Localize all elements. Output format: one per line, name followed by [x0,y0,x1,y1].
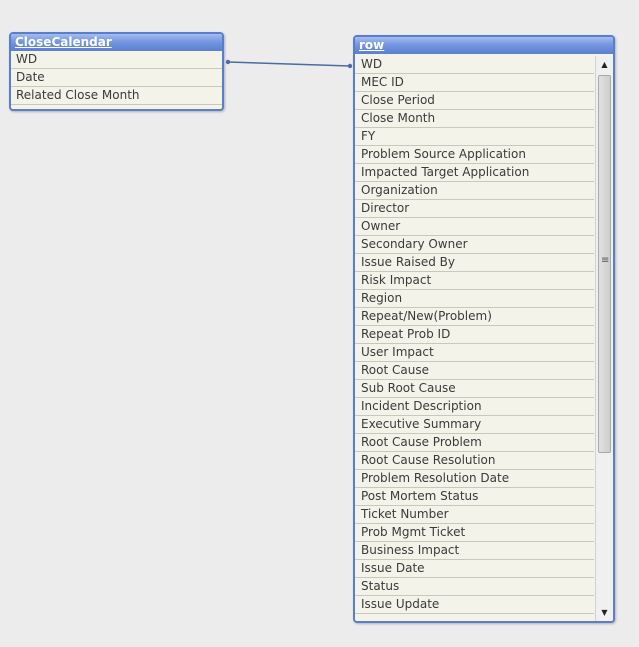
field-row[interactable]: Problem Source Application [355,146,594,164]
field-row[interactable]: Incident Description [355,398,594,416]
field-row[interactable]: Repeat Prob ID [355,326,594,344]
row-table-scrollbar[interactable]: ▲ ≡ ▼ [595,56,613,621]
field-row[interactable]: Status [355,578,594,596]
field-row[interactable]: WD [355,56,594,74]
field-row[interactable]: Director [355,200,594,218]
field-row[interactable]: Issue Date [355,560,594,578]
scroll-thumb-grip-icon: ≡ [601,255,610,266]
scroll-down-arrow-icon[interactable]: ▼ [596,605,613,620]
field-row[interactable]: Organization [355,182,594,200]
field-row[interactable]: Owner [355,218,594,236]
field-row[interactable]: Executive Summary [355,416,594,434]
field-row[interactable]: Impacted Target Application [355,164,594,182]
field-row[interactable]: Repeat/New(Problem) [355,308,594,326]
field-row[interactable]: MEC ID [355,74,594,92]
field-row[interactable]: Risk Impact [355,272,594,290]
field-row[interactable]: Problem Resolution Date [355,470,594,488]
close-calendar-title[interactable]: CloseCalendar [11,34,222,51]
field-row[interactable]: Sub Root Cause [355,380,594,398]
field-row[interactable]: Issue Update [355,596,594,614]
field-row[interactable]: Business Impact [355,542,594,560]
row-table-field-list: WD MEC ID Close Period Close Month FY Pr… [355,56,594,614]
field-row[interactable]: WD [11,51,222,69]
field-row[interactable]: Close Month [355,110,594,128]
field-row[interactable]: Date [11,69,222,87]
field-row[interactable]: Close Period [355,92,594,110]
field-row[interactable]: Root Cause Resolution [355,452,594,470]
scroll-up-arrow-icon[interactable]: ▲ [596,57,613,72]
field-row[interactable]: FY [355,128,594,146]
field-row[interactable]: Related Close Month [11,87,222,105]
field-row[interactable]: Region [355,290,594,308]
close-calendar-table[interactable]: CloseCalendar WD Date Related Close Mont… [9,32,224,111]
field-row[interactable]: Root Cause [355,362,594,380]
field-row[interactable]: User Impact [355,344,594,362]
field-row[interactable]: Secondary Owner [355,236,594,254]
field-row[interactable]: Root Cause Problem [355,434,594,452]
row-table[interactable]: row WD MEC ID Close Period Close Month F… [353,35,615,623]
row-table-title[interactable]: row [355,37,613,54]
field-row[interactable]: Ticket Number [355,506,594,524]
close-calendar-field-list: WD Date Related Close Month [11,51,222,105]
field-row[interactable]: Issue Raised By [355,254,594,272]
scroll-thumb[interactable]: ≡ [598,75,611,453]
field-row[interactable]: Prob Mgmt Ticket [355,524,594,542]
field-row[interactable]: Post Mortem Status [355,488,594,506]
